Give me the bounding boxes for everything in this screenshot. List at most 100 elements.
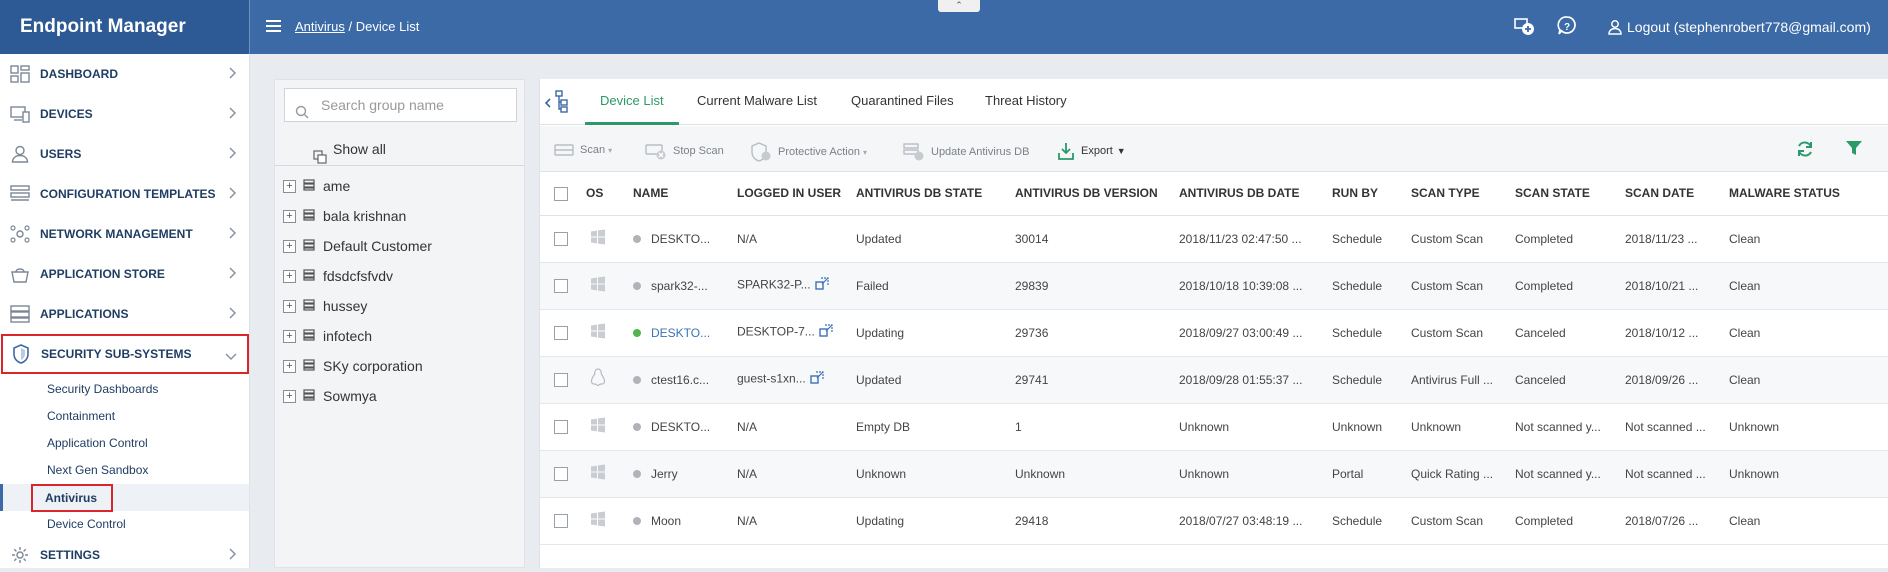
chevron-right-icon: [229, 307, 237, 322]
sidebar-subitem-next-gen-sandbox[interactable]: Next Gen Sandbox: [0, 457, 249, 484]
sidebar-item-configuration-templates[interactable]: CONFIGURATION TEMPLATES: [0, 174, 249, 214]
column-header-scan-state[interactable]: SCAN STATE: [1515, 172, 1625, 216]
table-row[interactable]: Moon N/A Updating 29418 2018/07/27 03:48:19 …: [540, 497, 1888, 545]
tab-device-list[interactable]: Device List: [600, 93, 664, 108]
run-by-cell: Schedule: [1332, 356, 1411, 404]
device-name-cell[interactable]: ctest16.c...: [633, 356, 737, 404]
update-antivirus-db-button[interactable]: Update Antivirus DB: [903, 142, 1029, 162]
scan-button[interactable]: Scan ▾: [554, 142, 612, 158]
group-item[interactable]: + hussey: [275, 291, 524, 321]
sidebar-item-dashboard[interactable]: DASHBOARD: [0, 54, 249, 94]
column-header-malware-status[interactable]: MALWARE STATUS: [1729, 172, 1888, 216]
row-checkbox[interactable]: [540, 403, 586, 451]
device-name-cell[interactable]: DESKTO...: [633, 215, 737, 263]
column-header-scan-type[interactable]: SCAN TYPE: [1411, 172, 1515, 216]
column-header-name[interactable]: NAME: [633, 172, 737, 216]
group-search-input[interactable]: Search group name: [284, 88, 517, 122]
logout-button[interactable]: Logout (stephenrobert778@gmail.com): [1607, 19, 1871, 35]
chevron-down-icon: [225, 350, 237, 364]
device-name-cell[interactable]: Jerry: [633, 450, 737, 498]
sidebar-item-devices[interactable]: DEVICES: [0, 94, 249, 134]
select-all-checkbox[interactable]: [540, 172, 586, 216]
device-name-cell[interactable]: DESKTO...: [633, 309, 737, 357]
scan-state-cell: Canceled: [1515, 309, 1625, 357]
sidebar-subitem-application-control[interactable]: Application Control: [0, 430, 249, 457]
expand-icon[interactable]: +: [283, 239, 296, 253]
add-device-icon[interactable]: [1513, 15, 1535, 42]
db-state-cell: Updated: [856, 215, 1015, 263]
breadcrumb-antivirus-link[interactable]: Antivirus: [295, 19, 345, 34]
sidebar-item-settings[interactable]: SETTINGS: [0, 538, 249, 572]
column-header-antivirus-db-version[interactable]: ANTIVIRUS DB VERSION: [1015, 172, 1179, 216]
column-header-scan-date[interactable]: SCAN DATE: [1625, 172, 1729, 216]
expand-icon[interactable]: +: [283, 209, 296, 223]
sidebar-item-security-sub-systems[interactable]: SECURITY SUB-SYSTEMS: [1, 334, 249, 374]
filter-icon[interactable]: [1845, 139, 1863, 162]
group-item[interactable]: + Sowmya: [275, 381, 524, 411]
stop-scan-button[interactable]: Stop Scan: [645, 142, 724, 160]
sidebar-subitem-device-control[interactable]: Device Control: [0, 511, 249, 538]
table-row[interactable]: DESKTO... N/A Updated 30014 2018/11/23 02:47…: [540, 215, 1888, 263]
group-item[interactable]: + Default Customer: [275, 231, 524, 261]
show-all-button[interactable]: Show all: [275, 132, 524, 166]
sidebar-item-application-store[interactable]: APPLICATION STORE: [0, 254, 249, 294]
group-item[interactable]: + infotech: [275, 321, 524, 351]
row-checkbox[interactable]: [540, 356, 586, 404]
windows-icon: [586, 215, 633, 263]
export-button[interactable]: Export ▼: [1057, 142, 1126, 160]
help-icon[interactable]: ?: [1556, 15, 1578, 42]
row-checkbox[interactable]: [540, 262, 586, 310]
expand-icon[interactable]: +: [283, 179, 296, 193]
table-row[interactable]: Jerry N/A Unknown Unknown Unknown Portal Quick…: [540, 450, 1888, 498]
menu-icon[interactable]: [266, 20, 281, 32]
row-checkbox[interactable]: [540, 450, 586, 498]
column-header-antivirus-db-date[interactable]: ANTIVIRUS DB DATE: [1179, 172, 1332, 216]
column-header-logged-in-user[interactable]: LOGGED IN USER: [737, 172, 856, 216]
group-item[interactable]: + fdsdcfsfvdv: [275, 261, 524, 291]
remote-connect-icon[interactable]: [819, 324, 833, 341]
table-row[interactable]: spark32-... SPARK32-P... Failed 29839 2018/1…: [540, 262, 1888, 310]
row-checkbox[interactable]: [540, 497, 586, 545]
expand-icon[interactable]: +: [283, 299, 296, 313]
group-item[interactable]: + SKy corporation: [275, 351, 524, 381]
sidebar-item-network-management[interactable]: NETWORK MANAGEMENT: [0, 214, 249, 254]
tab-current-malware-list[interactable]: Current Malware List: [697, 93, 817, 108]
device-name-cell[interactable]: DESKTO...: [633, 403, 737, 451]
group-item[interactable]: + bala krishnan: [275, 201, 524, 231]
column-header-antivirus-db-state[interactable]: ANTIVIRUS DB STATE: [856, 172, 1015, 216]
row-checkbox[interactable]: [540, 309, 586, 357]
refresh-icon[interactable]: [1795, 139, 1815, 164]
tab-quarantined-files[interactable]: Quarantined Files: [851, 93, 954, 108]
expand-icon[interactable]: +: [283, 329, 296, 343]
column-header-os[interactable]: OS: [586, 172, 633, 216]
device-name-cell[interactable]: Moon: [633, 497, 737, 545]
scan-state-cell: Not scanned y...: [1515, 450, 1625, 498]
remote-connect-icon[interactable]: [814, 277, 829, 294]
table-row[interactable]: ctest16.c... guest-s1xn... Updated 29741 201…: [540, 356, 1888, 404]
scan-date-cell: 2018/07/26 ...: [1625, 497, 1729, 545]
tab-threat-history[interactable]: Threat History: [985, 93, 1067, 108]
group-item[interactable]: + ame: [275, 171, 524, 201]
sidebar-subitem-containment[interactable]: Containment: [0, 403, 249, 430]
expand-icon[interactable]: +: [283, 269, 296, 283]
group-label: fdsdcfsfvdv: [323, 268, 394, 284]
collapse-header-tab[interactable]: ⌃: [938, 0, 980, 12]
scan-date-cell: 2018/11/23 ...: [1625, 215, 1729, 263]
row-checkbox[interactable]: [540, 215, 586, 263]
sidebar-item-label: APPLICATIONS: [40, 307, 129, 321]
protective-action-button[interactable]: Protective Action ▾: [750, 142, 867, 162]
db-version-cell: 1: [1015, 403, 1179, 451]
logged-in-user-cell: DESKTOP-7...: [737, 309, 856, 357]
table-row[interactable]: DESKTO... N/A Empty DB 1 Unknown Unknown Unkno…: [540, 403, 1888, 451]
table-row[interactable]: DESKTO... DESKTOP-7... Updating 29736 2018/0…: [540, 309, 1888, 357]
sidebar-subitem-security-dashboards[interactable]: Security Dashboards: [0, 376, 249, 403]
tree-collapse-icon[interactable]: [543, 88, 571, 119]
column-header-run-by[interactable]: RUN BY: [1332, 172, 1411, 216]
device-name-cell[interactable]: spark32-...: [633, 262, 737, 310]
remote-connect-icon[interactable]: [810, 371, 824, 388]
sidebar-item-users[interactable]: USERS: [0, 134, 249, 174]
expand-icon[interactable]: +: [283, 359, 296, 373]
expand-icon[interactable]: +: [283, 389, 296, 403]
sidebar-item-applications[interactable]: APPLICATIONS: [0, 294, 249, 334]
sidebar-subitem-antivirus[interactable]: Antivirus: [0, 484, 249, 512]
